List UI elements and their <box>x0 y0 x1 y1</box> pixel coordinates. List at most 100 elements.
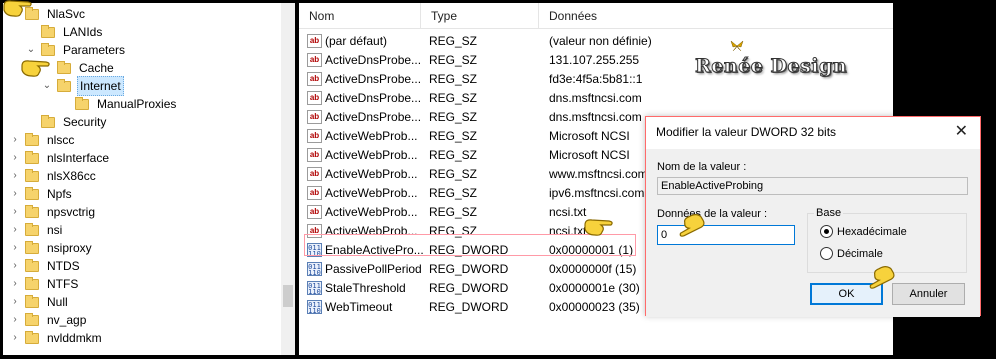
folder-icon <box>41 24 55 38</box>
tree-item-label: ManualProxies <box>97 97 177 111</box>
cell-type: REG_SZ <box>429 129 478 143</box>
tree-item-label: NTFS <box>47 277 79 291</box>
screenshot-frame: ⌄NlaSvcLANIds⌄ParametersCache⌄InternetMa… <box>0 0 996 359</box>
tree-scrollbar[interactable] <box>281 3 295 355</box>
binary-value-icon: 011 110 <box>307 281 322 296</box>
cell-type: REG_DWORD <box>429 300 509 314</box>
pointing-hand-icon <box>584 219 613 236</box>
cell-type: REG_SZ <box>429 53 478 67</box>
tree-item[interactable]: › NTDS <box>9 257 82 275</box>
cell-data: Microsoft NCSI <box>549 148 630 162</box>
chevron-right-icon[interactable]: › <box>9 311 21 329</box>
value-data-label: Données de la valeur : <box>657 208 768 220</box>
cell-name: ActiveWebProb... <box>325 205 418 219</box>
cell-name: ActiveWebProb... <box>325 129 418 143</box>
cell-data: dns.msftncsi.com <box>549 110 642 124</box>
tree-item-label: Security <box>63 115 107 129</box>
pointing-hand-icon <box>21 60 50 77</box>
tree-item-label: nlsX86cc <box>47 169 96 183</box>
cell-type: REG_SZ <box>429 148 478 162</box>
string-value-icon: ab <box>307 186 322 200</box>
cell-name: PassivePollPeriod <box>325 262 422 276</box>
folder-icon <box>25 222 39 236</box>
tree-item-label: Parameters <box>63 43 126 57</box>
radio-dot-checked[interactable] <box>820 225 833 238</box>
cell-type: REG_SZ <box>429 91 478 105</box>
tree-item[interactable]: ManualProxies <box>59 95 178 113</box>
column-header-type[interactable]: Type <box>421 3 539 29</box>
tree-item[interactable]: Security <box>25 113 108 131</box>
folder-icon <box>57 60 71 74</box>
tree-item[interactable]: › Npfs <box>9 185 74 203</box>
tree-item-label: Internet <box>77 76 124 96</box>
tree-item[interactable]: › Null <box>9 293 70 311</box>
tree-item[interactable]: › nlscc <box>9 131 76 149</box>
tree-item[interactable]: › nv_agp <box>9 311 88 329</box>
table-row[interactable]: ab ActiveDnsProbe... REG_SZ dns.msftncsi.co… <box>299 89 893 108</box>
cancel-button[interactable]: Annuler <box>892 283 965 305</box>
cell-type: REG_SZ <box>429 110 478 124</box>
cell-name: ActiveDnsProbe... <box>325 91 422 105</box>
string-value-icon: ab <box>307 72 322 86</box>
cell-name: (par défaut) <box>325 34 388 48</box>
tree-item[interactable]: › nsiproxy <box>9 239 94 257</box>
column-header-name[interactable]: Nom <box>299 3 421 29</box>
string-value-icon: ab <box>307 205 322 219</box>
chevron-right-icon[interactable]: › <box>9 329 21 347</box>
folder-icon <box>25 240 39 254</box>
chevron-right-icon[interactable]: › <box>9 203 21 221</box>
folder-icon <box>25 276 39 290</box>
tree-item-label: npsvctrig <box>47 205 96 219</box>
scrollbar-thumb[interactable] <box>283 285 293 307</box>
cell-data: 0x0000000f (15) <box>549 262 637 276</box>
cell-type: REG_SZ <box>429 72 478 86</box>
binary-value-icon: 011 110 <box>307 262 322 277</box>
tree-item[interactable]: › NTFS <box>9 275 80 293</box>
folder-icon <box>25 312 39 326</box>
chevron-right-icon[interactable]: › <box>9 185 21 203</box>
tree-item[interactable]: LANIds <box>25 23 104 41</box>
close-icon[interactable]: ✕ <box>955 121 968 141</box>
string-value-icon: ab <box>307 110 322 124</box>
cell-data: ncsi.txt <box>549 205 587 219</box>
tree-item[interactable]: › nsi <box>9 221 64 239</box>
chevron-right-icon[interactable]: › <box>9 293 21 311</box>
dialog-title: Modifier la valeur DWORD 32 bits <box>656 125 837 139</box>
radio-decimal[interactable]: Décimale <box>820 247 883 260</box>
chevron-right-icon[interactable]: › <box>9 275 21 293</box>
folder-icon <box>41 42 55 56</box>
folder-icon <box>25 132 39 146</box>
cell-name: ActiveDnsProbe... <box>325 53 422 67</box>
radio-dot-unchecked[interactable] <box>820 247 833 260</box>
chevron-right-icon[interactable]: › <box>9 257 21 275</box>
cell-data: ipv6.msftncsi.com <box>549 186 645 200</box>
tree-item-label: Npfs <box>47 187 72 201</box>
pointing-hand-icon <box>3 0 32 17</box>
cell-name: ActiveWebProb... <box>325 167 418 181</box>
folder-icon <box>25 186 39 200</box>
folder-icon <box>25 168 39 182</box>
cell-type: REG_DWORD <box>429 281 509 295</box>
radio-hexadecimal[interactable]: Hexadécimale <box>820 225 907 238</box>
tree-item-label: nvlddmkm <box>47 331 102 345</box>
chevron-right-icon[interactable]: › <box>9 221 21 239</box>
cell-data: Microsoft NCSI <box>549 129 630 143</box>
tree-item[interactable]: › nlsX86cc <box>9 167 98 185</box>
chevron-right-icon[interactable]: › <box>9 149 21 167</box>
watermark-text: Renée Design <box>694 55 848 78</box>
table-row[interactable]: ab (par défaut) REG_SZ (valeur non définie) <box>299 32 893 51</box>
column-header-data[interactable]: Données <box>539 3 893 29</box>
folder-icon <box>25 258 39 272</box>
tree-item[interactable]: › nvlddmkm <box>9 329 104 347</box>
chevron-right-icon[interactable]: › <box>9 167 21 185</box>
folder-icon <box>25 204 39 218</box>
chevron-right-icon[interactable]: › <box>9 239 21 257</box>
chevron-right-icon[interactable]: › <box>9 131 21 149</box>
folder-icon <box>25 150 39 164</box>
cell-data: 131.107.255.255 <box>549 53 640 67</box>
folder-icon <box>25 330 39 344</box>
tree-item[interactable]: › npsvctrig <box>9 203 97 221</box>
cell-data: fd3e:4f5a:5b81::1 <box>549 72 643 86</box>
tree-item[interactable]: › nlsInterface <box>9 149 111 167</box>
string-value-icon: ab <box>307 148 322 162</box>
